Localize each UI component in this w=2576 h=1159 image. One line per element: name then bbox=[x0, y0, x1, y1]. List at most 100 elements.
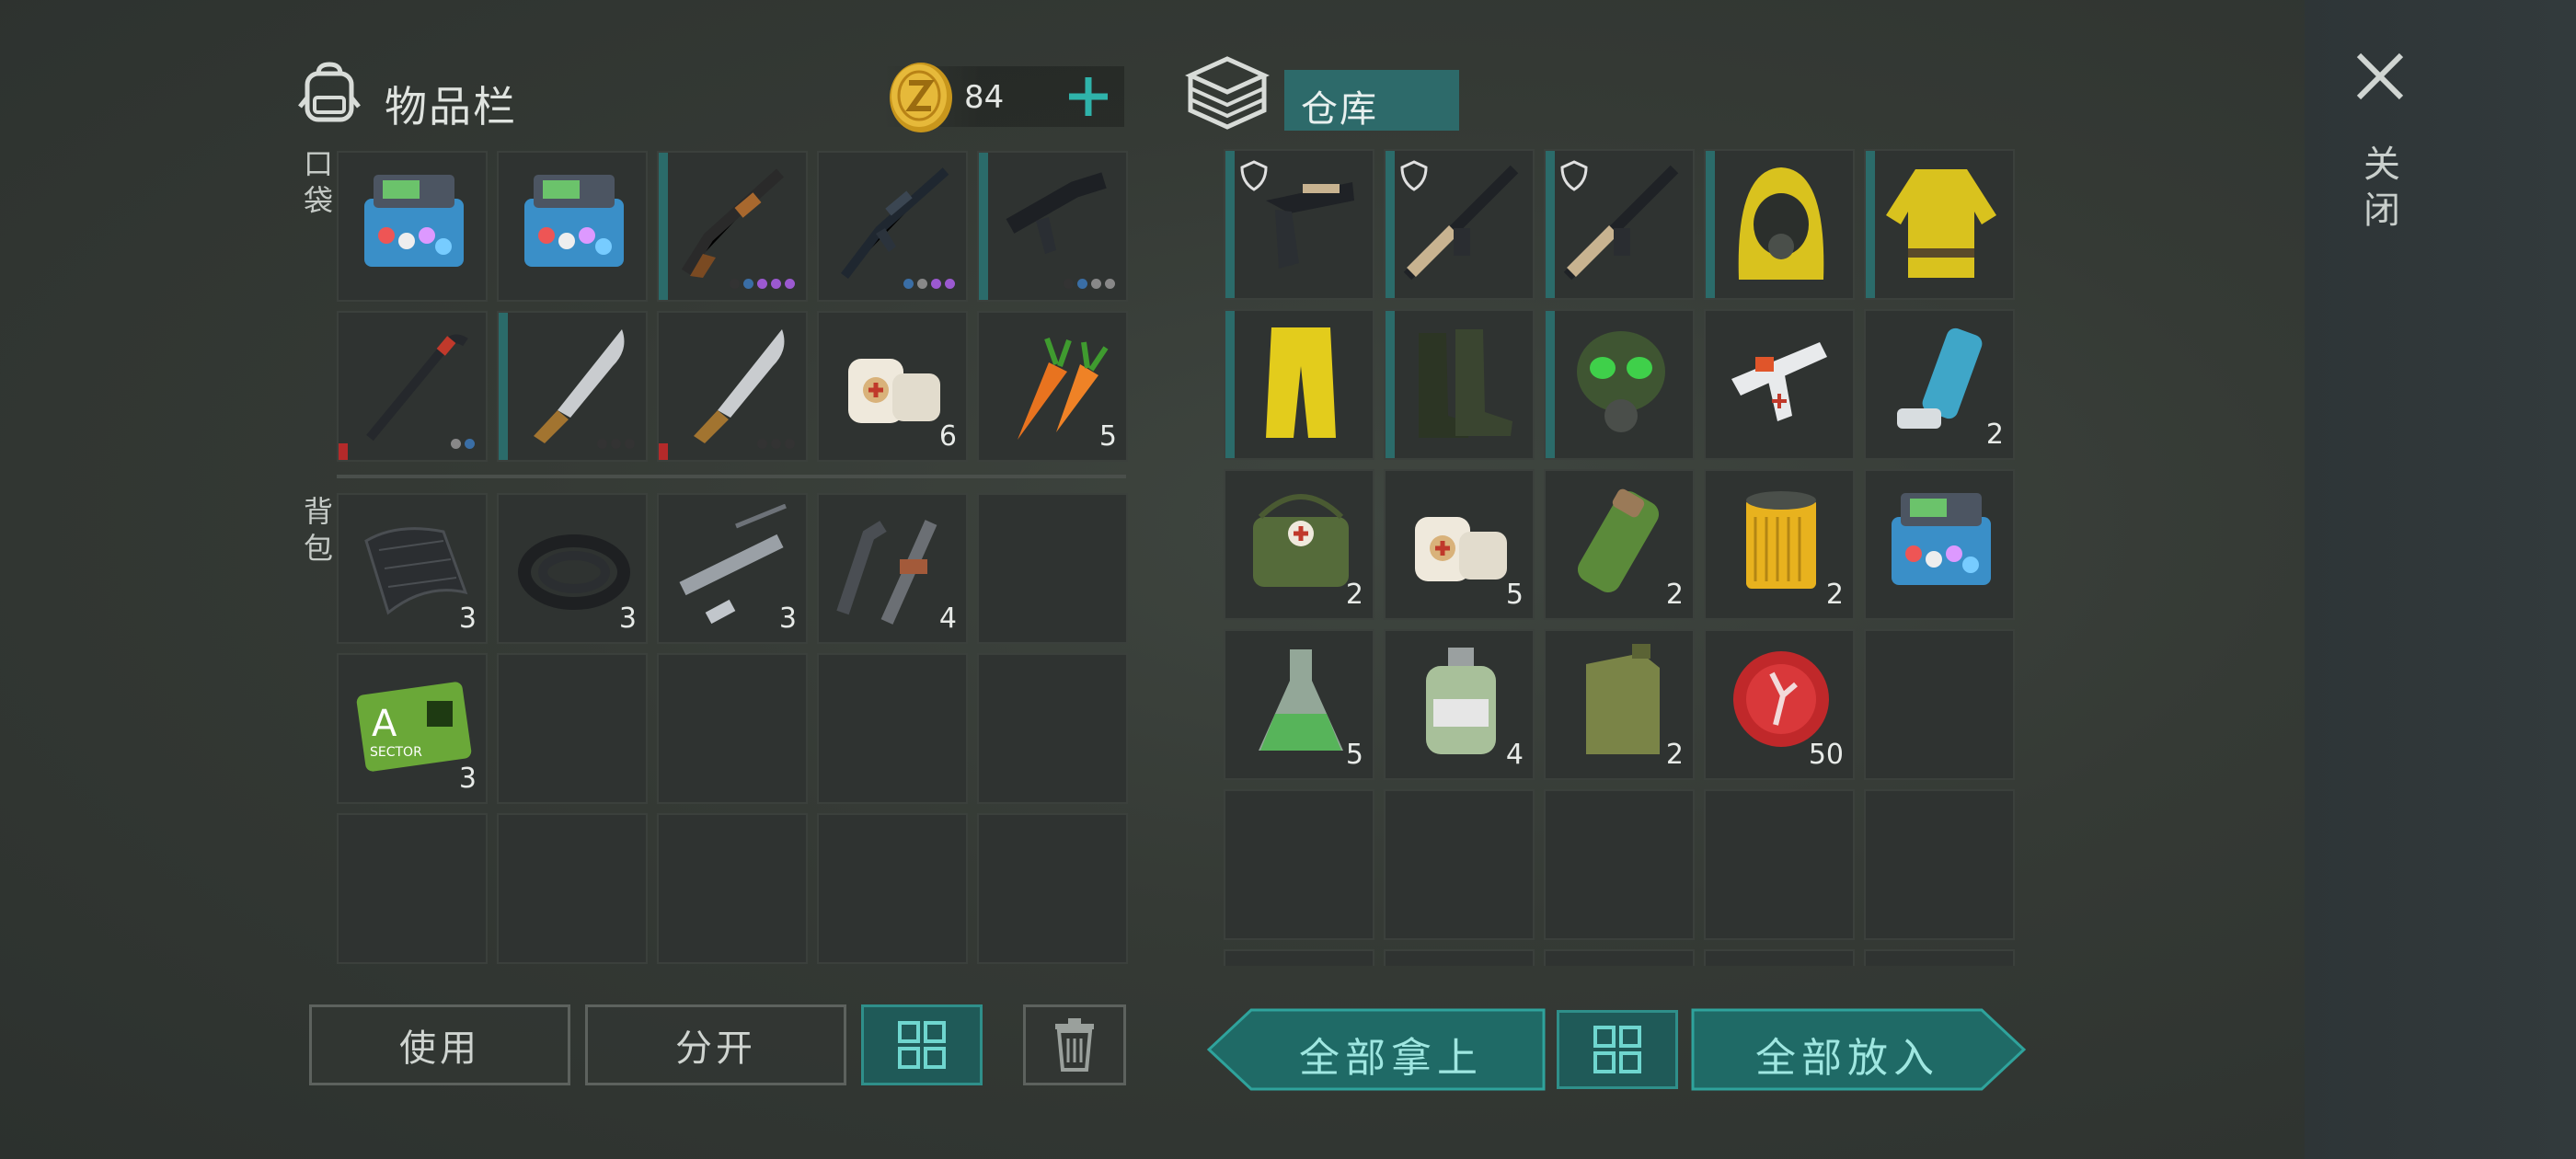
storage-slot[interactable] bbox=[1384, 789, 1535, 940]
storage-slot[interactable] bbox=[1864, 149, 2015, 300]
pocket-slot[interactable]: 6 bbox=[817, 311, 968, 462]
pocket-slot[interactable] bbox=[497, 151, 648, 302]
close-icon[interactable] bbox=[2353, 50, 2407, 103]
pocket-slot[interactable] bbox=[657, 311, 808, 462]
add-coins-button[interactable] bbox=[1058, 66, 1119, 127]
backpack-grid: 3 3 3 4 A SECTOR 3 bbox=[337, 493, 1128, 964]
svg-text:A: A bbox=[372, 703, 397, 745]
item-count: 2 bbox=[1985, 419, 2004, 451]
storage-slot[interactable] bbox=[1864, 629, 2015, 780]
storage-slot[interactable] bbox=[1864, 469, 2015, 620]
storage-slot[interactable]: 2 bbox=[1224, 469, 1374, 620]
grid-sort-icon bbox=[1593, 1026, 1641, 1073]
storage-slot[interactable] bbox=[1384, 149, 1535, 300]
backpack-slot[interactable]: 3 bbox=[337, 493, 488, 644]
injector-gun-icon bbox=[1731, 342, 1827, 421]
storage-slot[interactable] bbox=[1384, 949, 1535, 966]
backpack-slot[interactable] bbox=[497, 653, 648, 804]
grid-sort-icon bbox=[898, 1021, 946, 1069]
put-all-label[interactable]: 全部放入 bbox=[1755, 1025, 1939, 1084]
backpack-slot[interactable] bbox=[657, 813, 808, 964]
split-button[interactable]: 分开 bbox=[585, 1004, 846, 1085]
pistol-icon bbox=[1266, 182, 1354, 269]
storage-slot[interactable]: 2 bbox=[1704, 469, 1855, 620]
green-flask-icon bbox=[1259, 649, 1343, 751]
storage-slot[interactable] bbox=[1224, 949, 1374, 966]
item-count: 3 bbox=[618, 602, 637, 635]
item-count: 2 bbox=[1825, 579, 1844, 611]
storage-slot[interactable] bbox=[1224, 309, 1374, 460]
backpack-slot[interactable]: 4 bbox=[817, 493, 968, 644]
storage-slot[interactable] bbox=[1544, 789, 1695, 940]
sort-inventory-button[interactable] bbox=[861, 1004, 983, 1085]
storage-slot[interactable]: 2 bbox=[1864, 309, 2015, 460]
storage-slot[interactable] bbox=[1704, 949, 1855, 966]
machete-icon bbox=[694, 329, 785, 443]
attachment-dots bbox=[903, 279, 955, 289]
use-button[interactable]: 使用 bbox=[309, 1004, 570, 1085]
storage-slot[interactable] bbox=[1864, 789, 2015, 940]
inventory-title: 物品栏 bbox=[385, 82, 517, 132]
storage-slot[interactable] bbox=[1224, 789, 1374, 940]
backpack-slot[interactable]: A SECTOR 3 bbox=[337, 653, 488, 804]
hazmat-jacket-icon bbox=[1886, 169, 1996, 278]
item-count: 4 bbox=[938, 602, 957, 635]
backpack-slot[interactable] bbox=[657, 653, 808, 804]
backpack-slot[interactable] bbox=[977, 813, 1128, 964]
storage-slot[interactable] bbox=[1384, 309, 1535, 460]
pocket-slot[interactable] bbox=[497, 311, 648, 462]
storage-slot[interactable]: 5 bbox=[1224, 629, 1374, 780]
storage-slot[interactable]: 2 bbox=[1544, 469, 1695, 620]
carrot-icon bbox=[1018, 337, 1109, 440]
backpack-slot[interactable] bbox=[977, 493, 1128, 644]
backpack-slot[interactable] bbox=[817, 813, 968, 964]
rubber-boots-icon bbox=[1419, 329, 1512, 438]
storage-title: 仓库 bbox=[1284, 70, 1459, 131]
storage-slot[interactable] bbox=[1224, 149, 1374, 300]
item-count: 5 bbox=[1505, 579, 1524, 611]
storage-scroll[interactable]: 2 2 5 2 2 5 4 2 50 bbox=[1214, 147, 2024, 966]
take-all-label[interactable]: 全部拿上 bbox=[1299, 1025, 1483, 1084]
storage-slot[interactable] bbox=[1704, 789, 1855, 940]
fabric-icon bbox=[364, 527, 468, 615]
pocket-slot[interactable] bbox=[657, 151, 808, 302]
pocket-slot[interactable]: 5 bbox=[977, 311, 1128, 462]
backpack-slot[interactable] bbox=[817, 653, 968, 804]
storage-slot[interactable]: 4 bbox=[1384, 629, 1535, 780]
crowbar-icon bbox=[366, 334, 468, 442]
storage-slot[interactable] bbox=[1704, 309, 1855, 460]
attachment-dots bbox=[730, 279, 795, 289]
sort-storage-button[interactable] bbox=[1557, 1010, 1678, 1089]
pocket-slot[interactable] bbox=[337, 311, 488, 462]
hazmat-hood-icon bbox=[1738, 167, 1824, 280]
storage-slot[interactable] bbox=[1544, 149, 1695, 300]
rubber-hose-icon bbox=[518, 534, 630, 610]
section-divider bbox=[337, 475, 1126, 478]
storage-grid: 2 2 5 2 2 5 4 2 50 bbox=[1224, 149, 2015, 966]
attachment-dots bbox=[757, 439, 795, 449]
backpack-slot[interactable] bbox=[977, 653, 1128, 804]
seed-box-icon bbox=[364, 175, 464, 267]
storage-slot[interactable]: 50 bbox=[1704, 629, 1855, 780]
pocket-label: 口袋 bbox=[303, 146, 333, 218]
backpack-slot[interactable] bbox=[497, 813, 648, 964]
assault-rifle-icon bbox=[841, 167, 949, 280]
pocket-slot[interactable] bbox=[337, 151, 488, 302]
storage-slot[interactable] bbox=[1544, 949, 1695, 966]
backpack-slot[interactable] bbox=[337, 813, 488, 964]
close-label[interactable]: 关闭 bbox=[2361, 142, 2403, 234]
pocket-slot[interactable] bbox=[817, 151, 968, 302]
shotgun-icon bbox=[681, 168, 785, 278]
pipe-fittings-icon bbox=[836, 520, 937, 625]
storage-slot[interactable] bbox=[1704, 149, 1855, 300]
backpack-slot[interactable]: 3 bbox=[657, 493, 808, 644]
storage-slot[interactable] bbox=[1864, 949, 2015, 966]
storage-slot[interactable]: 5 bbox=[1384, 469, 1535, 620]
pocket-slot[interactable] bbox=[977, 151, 1128, 302]
discard-button[interactable] bbox=[1023, 1004, 1126, 1085]
air-filter-icon bbox=[1746, 491, 1816, 589]
backpack-slot[interactable]: 3 bbox=[497, 493, 648, 644]
rifle-icon bbox=[1563, 165, 1679, 281]
storage-slot[interactable]: 2 bbox=[1544, 629, 1695, 780]
storage-slot[interactable] bbox=[1544, 309, 1695, 460]
